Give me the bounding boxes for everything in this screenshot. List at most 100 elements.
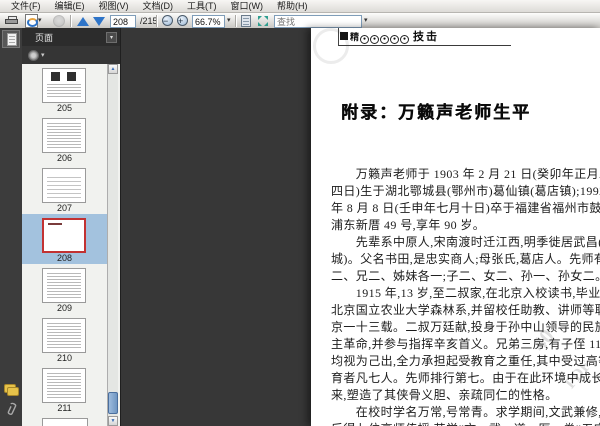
- next-page-button[interactable]: [93, 15, 105, 27]
- thumbnail-page-number: 208: [56, 253, 73, 263]
- body-text-line: 1915 年,13 岁,至二叔家,在北京入校读书,毕业于: [331, 286, 600, 300]
- fit-screen-button[interactable]: [257, 15, 269, 27]
- thumbnail-entry[interactable]: 207: [22, 164, 107, 214]
- header-square-icon: [340, 32, 348, 40]
- thumbnail-panel: 205 206 207 208 209 210 211 ▲ ▼: [22, 64, 120, 426]
- body-text-line: 主革命,并参与指挥辛亥首义。兄弟三房,有子侄 11 人,: [331, 337, 600, 351]
- page-running-header: 万籁声 精 ●●●●● 技击: [338, 28, 511, 46]
- comment-bubble-icon: [7, 387, 19, 396]
- menu-item[interactable]: 文档(D): [136, 0, 181, 12]
- search-dropdown-caret-icon[interactable]: ▾: [364, 15, 368, 27]
- header-suffix: 技击: [413, 31, 440, 43]
- pages-panel-tab[interactable]: [2, 30, 20, 48]
- body-text-line: 二、兄二、姊妹各一;子二、女二、孙一、孙女二。: [331, 269, 600, 283]
- thumbnail-partial[interactable]: [42, 418, 88, 426]
- body-text-line: 城)。父名书田,是忠实商人;母张氏,葛店人。先师有叔: [331, 252, 600, 266]
- zoom-in-button[interactable]: +: [177, 15, 188, 26]
- arrow-down-icon: [93, 16, 105, 26]
- thumbnail-entry[interactable]: 208: [22, 214, 107, 264]
- thumbnail-page-image[interactable]: [42, 68, 86, 103]
- zoom-out-button[interactable]: −: [162, 15, 173, 26]
- toolbar-separator: [235, 15, 236, 27]
- menu-item[interactable]: 工具(T): [180, 0, 224, 12]
- pages-panel-title: 页面: [35, 32, 54, 43]
- body-text-line: 四日)生于湖北鄂城县(鄂州市)葛仙镇(葛店镇);1992: [331, 184, 600, 198]
- zoom-level-input[interactable]: [192, 15, 225, 28]
- search-input[interactable]: [274, 15, 362, 28]
- toolbar-separator: [70, 15, 71, 27]
- thumbnail-page-number: 205: [56, 103, 73, 113]
- chevron-down-icon[interactable]: ▾: [41, 51, 45, 59]
- attachments-panel-tab[interactable]: [2, 402, 18, 418]
- header-badges: ● ● ● ● ●: [360, 28, 410, 45]
- body-text-line: 万籁声老师于 1903 年 2 月 21 日(癸卯年正月二十: [331, 167, 600, 181]
- main-toolbar: ▾ /215 − + ▾ ▾: [0, 13, 600, 29]
- menu-item[interactable]: 编辑(E): [48, 0, 92, 12]
- header-circled-glyph-icon: ●: [400, 35, 410, 44]
- history-back-button-disabled: [53, 15, 65, 27]
- thumbnail-scrollbar[interactable]: ▲ ▼: [107, 64, 118, 426]
- navigation-tab-strip: [0, 28, 22, 426]
- header-circled-glyph-icon: ●: [390, 35, 400, 44]
- thumbnail-list: 205 206 207 208 209 210 211: [22, 64, 107, 414]
- body-text-line: 浦东新厝 49 号,享年 90 岁。: [331, 218, 486, 232]
- page-total-label: /215: [140, 16, 158, 26]
- thumbnail-page-image[interactable]: [42, 218, 86, 253]
- body-text-line: 育者凡七人。先师排行第七。由于在此环境中成长起: [331, 371, 600, 385]
- menu-bar: 文件(F) 编辑(E) 视图(V) 文档(D) 工具(T) 窗口(W) 帮助(H): [0, 0, 600, 13]
- body-text-line: 均视为己出,全力承担起受教育之重任,其中受过高等教: [331, 354, 600, 368]
- fit-width-icon: [241, 15, 251, 27]
- header-circled-glyph-icon: ●: [370, 35, 380, 44]
- body-text-line: 在校时学名万常,号常青。求学期间,文武兼修,先: [331, 405, 600, 419]
- thumbnail-page-image[interactable]: [42, 368, 86, 403]
- panel-options-button[interactable]: ▾: [106, 32, 117, 43]
- thumbnail-entry[interactable]: 209: [22, 264, 107, 314]
- thumbnail-page-image[interactable]: [42, 318, 86, 353]
- pages-icon: [7, 33, 17, 46]
- fit-width-button[interactable]: [241, 15, 251, 27]
- page-number-input[interactable]: [110, 15, 136, 28]
- scrollbar-thumb[interactable]: [108, 392, 118, 414]
- menu-item[interactable]: 视图(V): [92, 0, 136, 12]
- thumbnail-page-image[interactable]: [42, 268, 86, 303]
- thumbnail-page-image[interactable]: [42, 118, 86, 153]
- previous-page-button[interactable]: [77, 15, 89, 27]
- body-text-line: 年 8 月 8 日(壬申年七月十日)卒于福建省福州市鼓山乡: [331, 201, 600, 215]
- toolbar-separator: [156, 15, 157, 27]
- thumbnail-page-number: 207: [56, 203, 73, 213]
- document-canvas[interactable]: 万籁声 精 ●●●●● 技击 40 PDF 附录：万籁声老师生平 万籁声老师于 …: [120, 28, 600, 426]
- header-circled-glyph-icon: ●: [380, 35, 390, 44]
- printer-icon: [5, 16, 18, 26]
- export-icon: [25, 14, 38, 28]
- thumbnail-entry[interactable]: 211: [22, 364, 107, 414]
- menu-item[interactable]: 窗口(W): [224, 0, 271, 12]
- scroll-up-button[interactable]: ▲: [108, 64, 118, 74]
- pages-panel-header: 页面 ▾: [22, 28, 120, 46]
- header-circled-glyph-icon: ●: [360, 35, 370, 44]
- thumbnail-options-icon[interactable]: [28, 50, 39, 61]
- menu-item[interactable]: 帮助(H): [270, 0, 315, 12]
- arrow-up-icon: [77, 16, 89, 26]
- thumbnail-entry[interactable]: 206: [22, 114, 107, 164]
- zoom-dropdown-caret-icon[interactable]: ▾: [227, 15, 231, 27]
- print-button[interactable]: [5, 15, 18, 27]
- body-text-line: 来,塑造了其侠骨义胆、亲疏同仁的性格。: [331, 388, 558, 402]
- export-button[interactable]: ▾: [25, 14, 42, 28]
- thumbnail-page-image[interactable]: [42, 168, 86, 203]
- page-title: 附录：万籁声老师生平: [341, 103, 531, 122]
- scroll-down-button[interactable]: ▼: [108, 416, 118, 426]
- thumbnail-entry[interactable]: 210: [22, 314, 107, 364]
- pdf-reader-window: 文件(F)编辑(E)视图(V)文档(D)工具(T)窗口(W)帮助(H) ▾ /2…: [0, 0, 600, 426]
- thumbnail-page-number: 211: [57, 403, 72, 413]
- body-text-line: 北京国立农业大学森林系,并留校任助教、讲师等职。在: [331, 303, 600, 317]
- page-body-text: 万籁声老师于 1903 年 2 月 21 日(癸卯年正月二十 四日)生于湖北鄂城县…: [331, 166, 600, 426]
- thumbnail-entry[interactable]: 205: [22, 64, 107, 114]
- thumbnail-page-number: 210: [56, 353, 73, 363]
- document-page[interactable]: 万籁声 精 ●●●●● 技击 40 PDF 附录：万籁声老师生平 万籁声老师于 …: [311, 28, 600, 426]
- comments-panel-tab[interactable]: [4, 384, 19, 396]
- pages-panel-toolbar: ▾: [22, 46, 120, 64]
- paperclip-icon: [7, 402, 17, 415]
- header-prefix: 精: [350, 31, 360, 42]
- body-text-line: 后得七位高师传授,苦学“文、武、道、医、拳”五宝,并打下: [331, 421, 600, 426]
- menu-item[interactable]: 文件(F): [4, 0, 48, 12]
